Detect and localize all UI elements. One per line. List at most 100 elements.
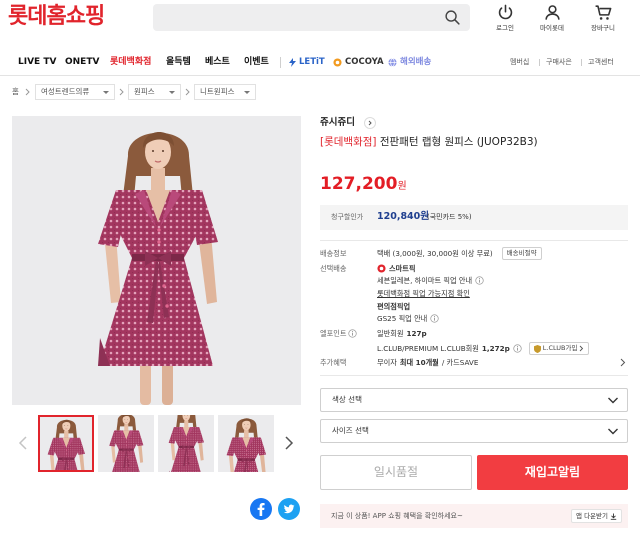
nav-live-tv[interactable]: LIVE TV (18, 55, 56, 69)
thumbnail-image (38, 415, 94, 472)
site-logo[interactable]: 롯데홈쇼핑 (8, 2, 105, 32)
size-select-label: 사이즈 선택 (332, 426, 369, 435)
billing-discount-box: 청구할인가 120,840원 (국민카드 5%) (320, 205, 628, 230)
restock-alert-button[interactable]: 재입고알림 (477, 455, 628, 490)
cart-icon (595, 5, 611, 20)
shipping-value: 택배 (3,000원, 30,000원 이상 무료) 배송비절약 (377, 247, 542, 260)
thumbnail-4[interactable] (218, 415, 274, 472)
seven-hi-pickup-row[interactable]: 세븐일레븐, 하이마트 픽업 안내 (377, 275, 484, 286)
billing-discount-note: (국민카드 5%) (427, 213, 472, 221)
thumbnail-1[interactable] (38, 415, 94, 472)
facebook-icon[interactable] (250, 498, 272, 520)
chevron-right-icon (119, 88, 124, 96)
gallery-next-arrow-icon[interactable] (284, 435, 294, 451)
app-banner-text: 지금 이 상품! APP 쇼핑 혜택을 확인하세요~ (331, 512, 463, 520)
shield-icon (533, 344, 541, 353)
chevron-right-icon[interactable] (620, 358, 626, 367)
thumbnail-3[interactable] (158, 415, 214, 472)
product-main-image[interactable] (12, 116, 301, 405)
login-button[interactable]: 로그인 (483, 3, 527, 33)
lpoint-general-points: 127p (406, 329, 427, 338)
breadcrumb-home[interactable]: 홈 (12, 87, 19, 97)
gallery-prev-arrow-icon[interactable] (18, 435, 28, 451)
benefits-prefix: 무이자 (377, 358, 397, 367)
chevron-down-icon (608, 428, 618, 435)
nav-best[interactable]: 베스트 (205, 55, 230, 69)
search-icon[interactable] (444, 9, 461, 26)
gs25-pickup-row[interactable]: GS25 픽업 안내 (377, 313, 439, 324)
lpoint-lclub-label: L.CLUB/PREMIUM L.CLUB회원 (377, 344, 479, 353)
section-divider (320, 240, 628, 241)
thumbnail-image (158, 415, 214, 472)
product-brand-link[interactable]: 쥬시쥬디 (320, 116, 355, 130)
price-unit: 원 (397, 181, 407, 192)
breadcrumb-label: 여성트렌드의류 (41, 87, 90, 96)
lclub-join-button[interactable]: L.CLUB가입 (528, 342, 590, 355)
chevron-right-icon (185, 88, 190, 96)
info-icon[interactable] (430, 314, 439, 323)
section-divider (320, 375, 628, 376)
shipping-label-text: 배송정보 (320, 249, 347, 258)
breadcrumb-label: 원피스 (134, 87, 155, 96)
benefits-suffix: / 카드SAVE (441, 358, 479, 367)
nav-brand-cocoya[interactable]: COCOYA (333, 55, 384, 69)
breadcrumb-category-1[interactable]: 여성트렌드의류 (35, 84, 115, 100)
info-icon[interactable] (348, 329, 358, 338)
size-select[interactable]: 사이즈 선택 (320, 419, 628, 443)
cvs-pickup-text: 편의점픽업 (377, 302, 411, 311)
lotte-dept-pickup-link[interactable]: 롯데백화점 픽업 가능지점 확인 (377, 288, 470, 299)
app-download-label: 앱 다운받기 (576, 512, 608, 520)
shipping-save-button[interactable]: 배송비절약 (501, 247, 542, 260)
lpoint-lclub-points: 1,272p (481, 344, 510, 353)
power-icon (498, 4, 512, 20)
benefits-row[interactable]: 무이자 최대 10개월 / 카드SAVE (377, 357, 478, 368)
nav-brand-letit[interactable]: LETiT (289, 55, 325, 69)
app-benefit-banner: 지금 이 상품! APP 쇼핑 혜택을 확인하세요~ 앱 다운받기 (320, 504, 628, 528)
brand-chevron-button[interactable] (364, 117, 376, 129)
nav-olduktem[interactable]: 올득템 (166, 55, 191, 69)
benefits-label: 추가혜택 (320, 357, 346, 368)
soldout-button[interactable]: 일시품절 (320, 455, 472, 490)
nav-event[interactable]: 이벤트 (244, 55, 269, 69)
smartpick-label: 스마트픽 (389, 264, 416, 273)
chevron-right-icon (25, 88, 30, 96)
nav-purchase-gift[interactable]: 구매사은 (546, 57, 572, 68)
pickup-label: 선택배송 (320, 263, 346, 274)
price-value: 127,200 (320, 174, 398, 194)
twitter-icon[interactable] (278, 498, 300, 520)
lclub-join-label: L.CLUB가입 (542, 344, 578, 352)
info-icon[interactable] (475, 276, 484, 285)
cocoya-icon (333, 57, 342, 67)
login-label: 로그인 (496, 24, 514, 32)
breadcrumb-category-2[interactable]: 원피스 (128, 84, 181, 100)
color-select[interactable]: 색상 선택 (320, 388, 628, 412)
dropdown-arrow-icon (169, 91, 175, 94)
app-download-button[interactable]: 앱 다운받기 (571, 509, 622, 523)
thumbnail-2[interactable] (98, 415, 154, 472)
nav-lotte-department[interactable]: 롯데백화점 (110, 55, 151, 69)
nav-overseas-shipping[interactable]: 해외배송 (388, 55, 431, 69)
lpoint-general-label: 일반회원 (377, 329, 404, 338)
nav-customer-center[interactable]: 고객센터 (588, 57, 614, 68)
breadcrumb-category-3[interactable]: 니트원피스 (194, 84, 256, 100)
nav-onetv[interactable]: ONETV (65, 55, 99, 69)
shipping-label: 배송정보 (320, 248, 346, 259)
product-price: 127,200원 (320, 173, 407, 198)
dropdown-arrow-icon (244, 91, 250, 94)
info-icon[interactable] (513, 344, 522, 353)
gs25-pickup-text: GS25 픽업 안내 (377, 314, 428, 323)
util-separator (539, 59, 540, 66)
cart-button[interactable]: 장바구니 (581, 3, 625, 33)
download-icon (610, 513, 617, 520)
globe-icon (388, 57, 397, 67)
billing-discount-price: 120,840원 (377, 211, 430, 222)
thumbnail-image (98, 415, 154, 472)
my-lotte-button[interactable]: 마이롯데 (530, 3, 574, 33)
search-bar[interactable] (153, 4, 470, 31)
nav-membership[interactable]: 멤버십 (510, 57, 529, 68)
util-separator (581, 59, 582, 66)
lotte-dept-pickup-text: 롯데백화점 픽업 가능지점 확인 (377, 289, 470, 298)
chevron-right-icon (368, 120, 372, 126)
chevron-right-icon (580, 345, 584, 352)
cocoya-label: COCOYA (345, 57, 384, 67)
